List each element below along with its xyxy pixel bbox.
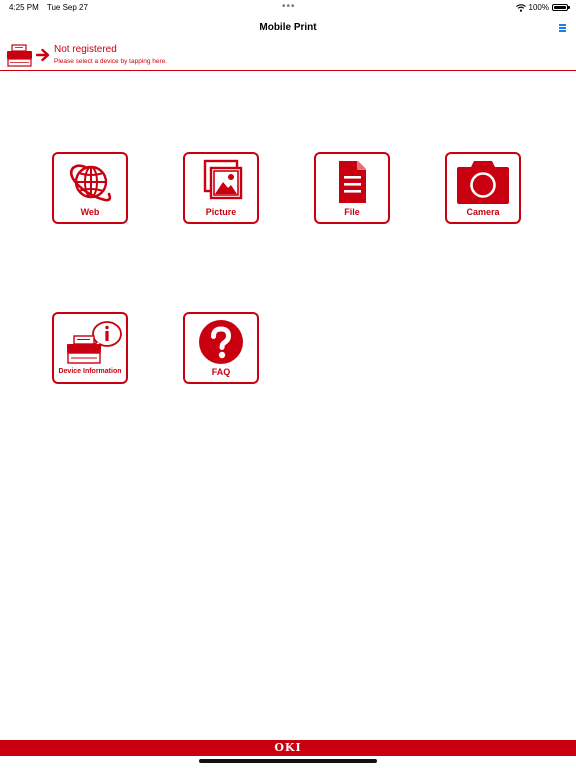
tile-icon-wrap: [185, 158, 257, 206]
document-icon: [339, 161, 366, 203]
oki-logo: OKI: [274, 741, 302, 754]
battery-percent: 100%: [528, 3, 549, 12]
battery-fill: [554, 6, 566, 9]
device-info-icon: [67, 321, 122, 364]
faq-label: FAQ: [211, 367, 231, 377]
status-date: Tue Sep 27: [46, 3, 88, 12]
arrow-right-icon: [36, 48, 50, 62]
tile-icon-wrap: [185, 318, 257, 366]
multitasking-dots-icon[interactable]: •••: [282, 1, 296, 12]
navigation-bar: Mobile Print: [0, 18, 576, 40]
wifi-icon: [515, 3, 526, 12]
device-information-button[interactable]: Device Information: [52, 312, 128, 384]
file-label: File: [344, 207, 360, 217]
battery-icon: [552, 4, 570, 11]
device-status-title: Not registered: [54, 44, 117, 55]
question-mark-icon: [199, 320, 243, 364]
picture-button[interactable]: Picture: [183, 152, 259, 224]
web-label: Web: [80, 207, 100, 217]
menu-icon[interactable]: [559, 24, 566, 32]
home-indicator[interactable]: [199, 759, 377, 763]
status-bar: 4:25 PM Tue Sep 27 ••• 100%: [0, 0, 576, 16]
camera-button[interactable]: Camera: [445, 152, 521, 224]
device-select-banner[interactable]: Not registered Please select a device by…: [0, 40, 576, 71]
tile-icon-wrap: [447, 158, 519, 206]
tile-icon-wrap: [54, 318, 126, 366]
page-title: Mobile Print: [259, 22, 317, 33]
status-right: 100%: [515, 3, 570, 12]
picture-label: Picture: [205, 207, 237, 217]
file-button[interactable]: File: [314, 152, 390, 224]
tile-icon-wrap: [316, 158, 388, 206]
device-status-subtitle: Please select a device by tapping here.: [54, 58, 168, 65]
printer-icon: [7, 44, 32, 67]
device-information-label: Device Information: [58, 368, 122, 375]
status-left: 4:25 PM Tue Sep 27: [9, 3, 94, 12]
web-button[interactable]: Web: [52, 152, 128, 224]
camera-label: Camera: [466, 207, 500, 217]
tile-icon-wrap: [54, 158, 126, 206]
footer-bar: OKI: [0, 740, 576, 756]
picture-icon: [203, 159, 243, 200]
status-time: 4:25 PM: [9, 3, 39, 12]
camera-icon: [457, 161, 509, 204]
faq-button[interactable]: FAQ: [183, 312, 259, 384]
globe-icon: [69, 164, 112, 202]
